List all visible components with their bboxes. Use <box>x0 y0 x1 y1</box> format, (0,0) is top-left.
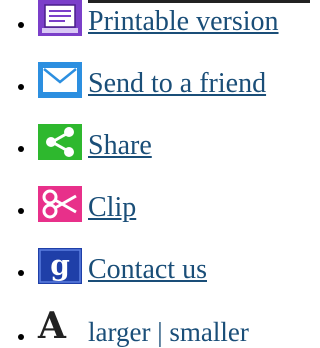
text-size-options: larger | smaller <box>88 316 249 348</box>
bullet <box>18 84 24 90</box>
scissors-icon[interactable] <box>38 186 82 222</box>
share-link[interactable]: Share <box>88 130 152 162</box>
text-size-icon: A <box>38 305 66 347</box>
print-icon[interactable] <box>38 0 82 36</box>
smaller-text-button[interactable]: smaller <box>169 317 248 347</box>
bullet <box>18 146 24 152</box>
top-divider <box>88 0 310 3</box>
contact-us-link[interactable]: Contact us <box>88 254 207 286</box>
text-size-controls: A larger | smaller <box>0 306 310 348</box>
larger-text-button[interactable]: larger <box>88 317 150 347</box>
share-icon[interactable] <box>38 124 82 160</box>
clip-link[interactable]: Clip <box>88 192 136 224</box>
printable-version-link[interactable]: Printable version <box>88 6 279 38</box>
bullet <box>18 270 24 276</box>
svg-text:g: g <box>50 249 70 282</box>
bullet <box>18 22 24 28</box>
text-size-separator: | <box>150 317 170 347</box>
contact-icon[interactable]: g <box>38 248 82 284</box>
envelope-icon[interactable] <box>38 62 82 98</box>
bullet <box>18 208 24 214</box>
bullet <box>18 334 24 340</box>
send-to-friend-link[interactable]: Send to a friend <box>88 68 266 100</box>
